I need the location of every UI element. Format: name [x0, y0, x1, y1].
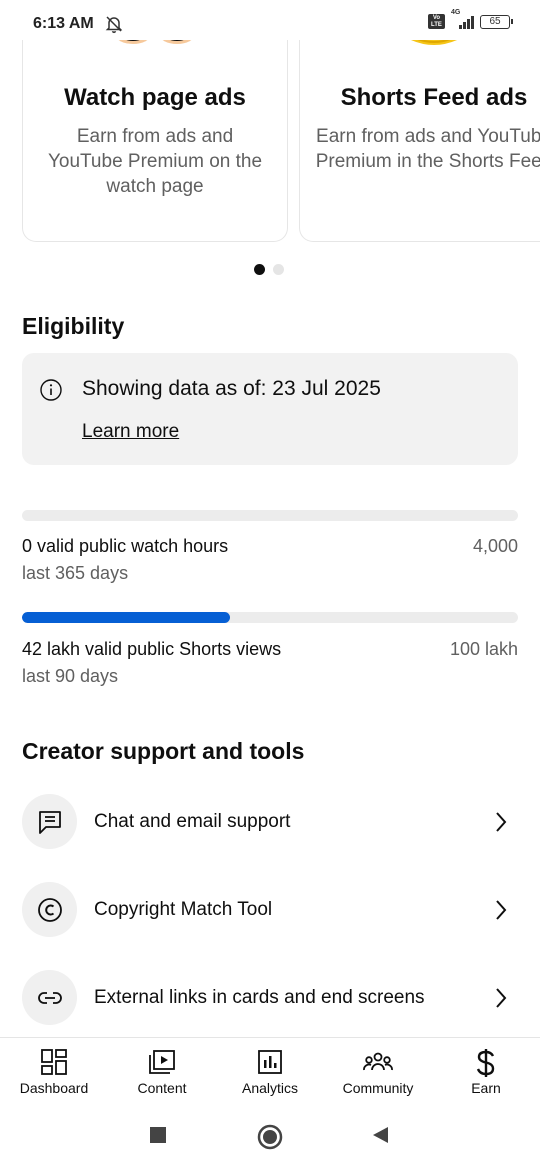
tool-icon-container — [22, 794, 77, 849]
copyright-icon — [38, 898, 62, 922]
bottom-navigation: Dashboard Content Analytics Community Ea… — [0, 1037, 540, 1106]
tool-label: Chat and email support — [94, 811, 291, 832]
tool-label: Copyright Match Tool — [94, 899, 273, 920]
back-button[interactable] — [371, 1126, 389, 1144]
nav-community[interactable]: Community — [328, 1038, 428, 1107]
copyright-match-tool-row[interactable]: Copyright Match Tool — [22, 882, 518, 938]
shorts-views-progress-fill — [22, 612, 231, 623]
signal-icon: 4G — [451, 9, 474, 29]
card-title: Watch page ads — [64, 84, 246, 111]
shorts-views-progress-bar — [22, 612, 518, 623]
earn-icon — [476, 1049, 495, 1077]
chevron-right-icon — [496, 812, 507, 832]
data-info-box: Showing data as of: 23 Jul 2025 Learn mo… — [22, 353, 518, 465]
system-navigation-bar — [0, 1106, 540, 1170]
monetization-carousel[interactable]: Watch page ads Earn from ads and YouTube… — [0, 40, 540, 245]
content-icon — [149, 1050, 175, 1074]
tool-icon-container — [22, 970, 77, 1025]
carousel-dot[interactable] — [273, 264, 284, 275]
carousel-pagination[interactable] — [254, 264, 284, 275]
watch-hours-label: 0 valid public watch hours — [22, 536, 229, 556]
carousel-dot-active[interactable] — [254, 264, 265, 275]
battery-icon: 65 — [480, 14, 513, 29]
nav-label: Community — [342, 1080, 414, 1096]
notifications-muted-icon — [105, 16, 123, 34]
nav-analytics[interactable]: Analytics — [220, 1038, 320, 1107]
tool-label: External links in cards and end screens — [94, 987, 425, 1008]
card-title: Shorts Feed ads — [340, 84, 528, 111]
nav-label: Dashboard — [19, 1080, 89, 1096]
community-icon — [363, 1052, 393, 1071]
nav-earn[interactable]: Earn — [436, 1038, 536, 1107]
system-indicators: Vo LTE 4G 65 — [428, 9, 513, 29]
nav-label: Earn — [471, 1080, 501, 1096]
dashboard-icon — [41, 1049, 67, 1075]
learn-more-link[interactable]: Learn more — [82, 421, 179, 443]
battery-level: 65 — [489, 15, 501, 27]
creator-tools-heading: Creator support and tools — [22, 738, 305, 764]
shorts-views-period: last 90 days — [22, 666, 119, 686]
info-icon — [40, 379, 62, 401]
nav-dashboard[interactable]: Dashboard — [4, 1038, 104, 1107]
link-icon — [38, 992, 62, 1004]
eligibility-heading: Eligibility — [22, 313, 125, 339]
shorts-feed-ads-illustration — [411, 40, 457, 45]
nav-label: Content — [137, 1080, 187, 1096]
chat-email-support-row[interactable]: Chat and email support — [22, 794, 518, 850]
external-links-row[interactable]: External links in cards and end screens — [22, 970, 518, 1026]
status-time: 6:13 AM — [33, 15, 94, 32]
volte-icon: Vo LTE — [428, 14, 445, 29]
watch-hours-target: 4,000 — [472, 536, 518, 556]
watch-page-ads-card[interactable]: Watch page ads Earn from ads and YouTube… — [22, 40, 288, 242]
data-date-text: Showing data as of: 23 Jul 2025 — [82, 377, 381, 400]
chevron-right-icon — [496, 900, 507, 920]
shorts-views-target: 100 lakh — [449, 639, 518, 659]
nav-label: Analytics — [241, 1080, 299, 1096]
nav-content[interactable]: Content — [112, 1038, 212, 1107]
tool-icon-container — [22, 882, 77, 937]
network-type: 4G — [451, 8, 461, 16]
card-description: Earn from ads and YouTube Premium in the… — [315, 126, 540, 172]
analytics-icon — [258, 1050, 282, 1074]
watch-hours-progress-bar — [22, 510, 518, 521]
chat-icon — [39, 811, 61, 834]
shorts-views-label: 42 lakh valid public Shorts views — [22, 639, 282, 659]
shorts-feed-ads-card[interactable]: Shorts Feed ads Earn from ads and YouTub… — [299, 40, 540, 242]
recents-button[interactable] — [149, 1126, 167, 1144]
watch-hours-period: last 365 days — [22, 563, 129, 583]
home-button[interactable] — [257, 1124, 283, 1150]
card-description: Earn from ads and YouTube Premium on the… — [47, 126, 263, 197]
chevron-right-icon — [496, 988, 507, 1008]
watch-page-ads-illustration — [118, 40, 192, 44]
